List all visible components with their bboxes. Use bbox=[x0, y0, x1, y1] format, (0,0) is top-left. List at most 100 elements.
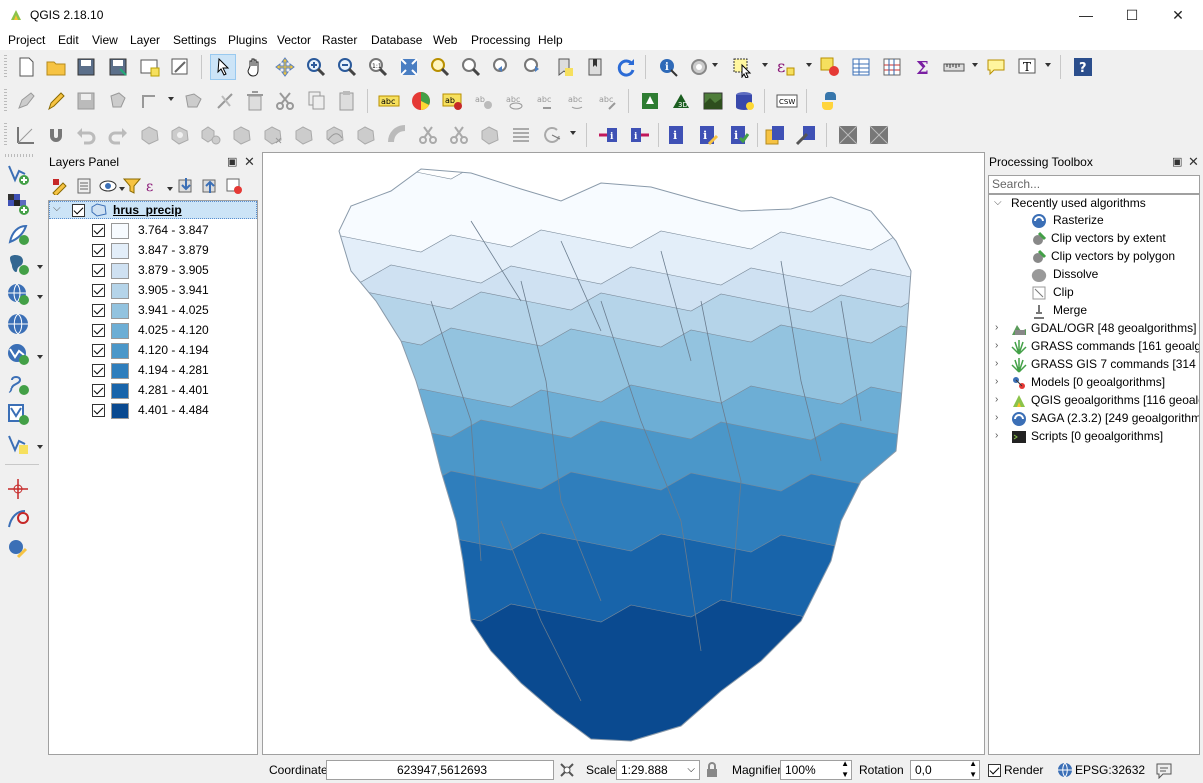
toggle-extents-icon[interactable] bbox=[558, 761, 576, 779]
add-wms-layer-icon[interactable] bbox=[4, 280, 32, 308]
chevron-down-icon[interactable]: ⌵ bbox=[994, 197, 1002, 208]
delete-ring-icon[interactable] bbox=[260, 122, 286, 148]
map-canvas[interactable] bbox=[262, 152, 985, 755]
provider-item[interactable]: SAGA (2.3.2) [249 geoalgorithms] bbox=[1031, 411, 1199, 429]
legend-class-checkbox[interactable] bbox=[92, 404, 105, 417]
current-edits-icon[interactable] bbox=[13, 88, 39, 114]
select-features-icon[interactable] bbox=[729, 54, 755, 80]
scale-combobox[interactable]: 1:29.888 ⌵ bbox=[616, 760, 700, 780]
style-manager-icon[interactable] bbox=[51, 177, 69, 195]
minimize-button[interactable]: — bbox=[1063, 0, 1109, 30]
legend-class-checkbox[interactable] bbox=[92, 364, 105, 377]
manage-visibility-icon[interactable] bbox=[99, 177, 117, 195]
ortho-import-icon[interactable]: i bbox=[595, 122, 621, 148]
zoom-full-icon[interactable] bbox=[396, 54, 422, 80]
add-part-icon[interactable] bbox=[198, 122, 224, 148]
cut-features-icon[interactable] bbox=[272, 88, 298, 114]
add-ring-icon[interactable] bbox=[167, 122, 193, 148]
chevron-right-icon[interactable]: › bbox=[995, 322, 998, 333]
coordinate-field[interactable]: 623947,5612693 bbox=[326, 760, 554, 780]
legend-class-row[interactable]: 3.879 - 3.905 bbox=[49, 261, 257, 281]
legend-class-row[interactable]: 4.025 - 4.120 bbox=[49, 321, 257, 341]
legend-class-row[interactable]: 4.401 - 4.484 bbox=[49, 401, 257, 421]
save-layer-edits-icon[interactable] bbox=[73, 88, 99, 114]
field-calculator-icon[interactable] bbox=[879, 54, 905, 80]
messages-icon[interactable] bbox=[1155, 761, 1173, 779]
legend-class-row[interactable]: 3.764 - 3.847 bbox=[49, 221, 257, 241]
menu-project[interactable]: Project bbox=[8, 33, 45, 47]
new-shapefile-layer-icon[interactable] bbox=[4, 430, 32, 458]
pin-labels-icon[interactable]: ab bbox=[471, 88, 497, 114]
digitizing-tools-icon[interactable] bbox=[4, 535, 32, 563]
crs-label[interactable]: EPSG:32632 bbox=[1075, 763, 1145, 777]
metadata-validator-icon[interactable]: i bbox=[726, 122, 752, 148]
menu-edit[interactable]: Edit bbox=[58, 33, 79, 47]
new-bookmark-icon[interactable] bbox=[551, 54, 577, 80]
rotate-point-symbols-icon[interactable] bbox=[508, 122, 534, 148]
offset-curve-icon[interactable] bbox=[353, 122, 379, 148]
provider-item[interactable]: GRASS GIS 7 commands [314 ge... bbox=[1031, 357, 1199, 375]
provider-item[interactable]: Models [0 geoalgorithms] bbox=[1031, 375, 1165, 393]
close-button[interactable]: ✕ bbox=[1155, 0, 1201, 30]
toolbar-handle[interactable] bbox=[4, 89, 7, 113]
zoom-next-icon[interactable] bbox=[520, 54, 546, 80]
show-bookmarks-icon[interactable] bbox=[582, 54, 608, 80]
algorithm-item[interactable]: Clip vectors by extent bbox=[1051, 231, 1166, 249]
rotation-spinbox[interactable]: 0,0 ▲ ▼ bbox=[910, 759, 980, 780]
chevron-right-icon[interactable]: › bbox=[995, 430, 998, 441]
metadata-viewer-icon[interactable]: i bbox=[664, 122, 690, 148]
legend-class-checkbox[interactable] bbox=[92, 284, 105, 297]
legend-class-row[interactable]: 3.941 - 4.025 bbox=[49, 301, 257, 321]
identify-features-icon[interactable]: i bbox=[655, 54, 681, 80]
raster-plugin-icon-1[interactable] bbox=[835, 122, 861, 148]
rotate-label-icon[interactable]: abc bbox=[564, 88, 590, 114]
algorithm-item[interactable]: Merge bbox=[1053, 303, 1087, 321]
pan-hand-icon[interactable] bbox=[242, 54, 268, 80]
diagram-options-icon[interactable] bbox=[408, 88, 434, 114]
add-virtual-layer-icon[interactable] bbox=[4, 400, 32, 428]
pan-to-selection-icon[interactable] bbox=[272, 54, 298, 80]
open-attribute-table-icon[interactable] bbox=[848, 54, 874, 80]
copy-features-icon[interactable] bbox=[303, 88, 329, 114]
new-print-composer-icon[interactable] bbox=[137, 54, 163, 80]
menu-raster[interactable]: Raster bbox=[322, 33, 357, 47]
map-tips-icon[interactable] bbox=[983, 54, 1009, 80]
legend-class-row[interactable]: 4.281 - 4.401 bbox=[49, 381, 257, 401]
zoom-in-icon[interactable] bbox=[303, 54, 329, 80]
qgis2threejs-icon[interactable]: 3D bbox=[668, 88, 694, 114]
undo-icon[interactable] bbox=[73, 122, 99, 148]
python-console-icon[interactable] bbox=[816, 88, 842, 114]
chevron-right-icon[interactable]: › bbox=[995, 412, 998, 423]
ortho-export-icon[interactable]: i bbox=[627, 122, 653, 148]
reshape-features-icon[interactable] bbox=[322, 122, 348, 148]
crs-globe-icon[interactable] bbox=[1057, 762, 1073, 778]
expand-all-icon[interactable] bbox=[177, 177, 195, 195]
heightmap-icon[interactable] bbox=[700, 88, 726, 114]
close-panel-icon[interactable]: ✕ bbox=[1188, 154, 1199, 170]
chevron-right-icon[interactable]: › bbox=[995, 358, 998, 369]
zoom-out-icon[interactable] bbox=[334, 54, 360, 80]
add-spatialite-layer-icon[interactable] bbox=[4, 220, 32, 248]
db-manager-icon[interactable] bbox=[731, 88, 757, 114]
add-delimited-text-layer-icon[interactable]: , bbox=[4, 370, 32, 398]
delete-selected-icon[interactable] bbox=[212, 88, 238, 114]
legend-class-checkbox[interactable] bbox=[92, 244, 105, 257]
chevron-right-icon[interactable]: › bbox=[995, 394, 998, 405]
legend-class-row[interactable]: 3.847 - 3.879 bbox=[49, 241, 257, 261]
run-feature-action-icon[interactable] bbox=[686, 54, 712, 80]
legend-class-checkbox[interactable] bbox=[92, 304, 105, 317]
menu-web[interactable]: Web bbox=[433, 33, 457, 47]
snapping-icon[interactable] bbox=[13, 122, 39, 148]
redo-icon[interactable] bbox=[105, 122, 131, 148]
new-project-icon[interactable] bbox=[13, 54, 39, 80]
legend-class-checkbox[interactable] bbox=[92, 324, 105, 337]
select-by-expression-icon[interactable]: ε bbox=[773, 54, 799, 80]
split-features-icon[interactable] bbox=[384, 122, 410, 148]
delete-part-icon[interactable] bbox=[291, 122, 317, 148]
metadata-tool-icon[interactable] bbox=[793, 122, 819, 148]
deselect-all-icon[interactable] bbox=[817, 54, 843, 80]
algorithm-item[interactable]: Clip vectors by polygon bbox=[1051, 249, 1175, 267]
menu-settings[interactable]: Settings bbox=[173, 33, 216, 47]
undock-panel-icon[interactable]: ▣ bbox=[1172, 155, 1182, 168]
legend-class-checkbox[interactable] bbox=[92, 384, 105, 397]
